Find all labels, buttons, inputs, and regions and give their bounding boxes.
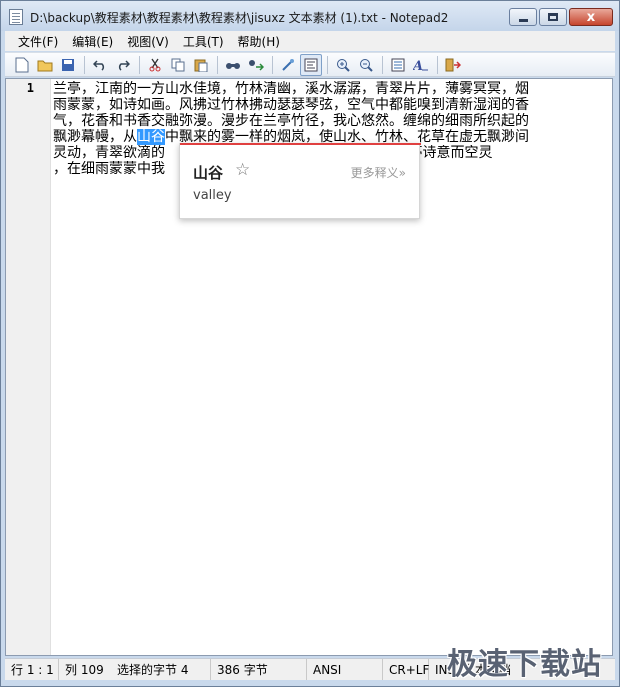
font-icon[interactable]: A [410,54,432,76]
toolbar-separator [437,55,438,74]
toolbar: A [5,52,615,77]
redo-icon[interactable] [112,54,134,76]
window-controls: x [509,8,613,26]
selected-text[interactable]: 山谷 [137,129,165,145]
toolbar-separator [139,55,140,74]
save-icon[interactable] [57,54,79,76]
notepad2-window: D:\backup\教程素材\教程素材\教程素材\jisuxz 文本素材 (1)… [0,0,620,687]
maximize-button[interactable] [539,8,567,26]
menu-tools[interactable]: 工具(T) [176,33,231,50]
menu-bar: 文件(F) 编辑(E) 视图(V) 工具(T) 帮助(H) [5,31,615,51]
popup-headword: 山谷 [193,164,224,182]
notepad-app-icon [9,9,23,25]
title-bar[interactable]: D:\backup\教程素材\教程素材\教程素材\jisuxz 文本素材 (1)… [1,1,619,31]
popup-accent-line [180,143,421,145]
new-file-icon[interactable] [11,54,33,76]
toolbar-separator [272,55,273,74]
line-number-gutter: 1 [6,79,51,655]
close-icon: x [586,9,596,25]
text-line: 气，花香和书香交融弥漫。漫步在兰亭竹径，我心悠然。缠绵的细雨所织起的 [53,113,529,129]
status-selected-bytes: 选择的字节 4 [111,659,211,680]
zoom-in-icon[interactable] [332,54,354,76]
toolbar-separator [84,55,85,74]
status-line-col: 行 1 : 1 [5,659,59,680]
find-icon[interactable] [222,54,244,76]
close-button[interactable]: x [569,8,613,26]
status-encoding[interactable]: ANSI [307,659,383,680]
undo-icon[interactable] [89,54,111,76]
dictionary-popup: 山谷 ☆ 更多释义» valley [179,143,421,219]
zoom-out-icon[interactable] [355,54,377,76]
minimize-icon [518,18,528,22]
toolbar-separator [382,55,383,74]
popup-definition: valley [193,188,232,203]
menu-file[interactable]: 文件(F) [11,33,65,50]
toolbar-separator [217,55,218,74]
minimize-button[interactable] [509,8,537,26]
menu-edit[interactable]: 编辑(E) [65,33,120,50]
status-column: 列 109 [65,663,104,677]
favorite-star-icon[interactable]: ☆ [235,160,250,180]
cut-icon[interactable] [144,54,166,76]
paste-icon[interactable] [190,54,212,76]
wrap-icon[interactable] [277,54,299,76]
exit-icon[interactable] [442,54,464,76]
copy-icon[interactable] [167,54,189,76]
scheme-icon[interactable] [387,54,409,76]
more-definitions-link[interactable]: 更多释义» [351,164,406,181]
menu-help[interactable]: 帮助(H) [231,33,287,50]
replace-icon[interactable] [245,54,267,76]
window-title: D:\backup\教程素材\教程素材\教程素材\jisuxz 文本素材 (1)… [30,11,449,25]
line-number: 1 [26,81,34,95]
watermark-logo: 极速下载站 [447,647,602,682]
word-wrap-toggle-icon[interactable] [300,53,322,76]
maximize-icon [548,13,558,21]
status-file-size: 386 字节 [211,659,307,680]
text-line: 雨蒙蒙，如诗如画。风拂过竹林拂动瑟瑟琴弦，空气中都能嗅到清新湿润的香 [53,97,529,113]
toolbar-separator [327,55,328,74]
svg-text:A: A [413,59,423,72]
text-line: 兰亭，江南的一方山水佳境，竹林清幽，溪水潺潺，青翠片片，薄雾冥冥，烟 [53,81,529,97]
menu-view[interactable]: 视图(V) [120,33,176,50]
status-eol[interactable]: CR+LF [383,659,429,680]
text-segment: 飘渺幕幔，从 [53,129,137,145]
open-folder-icon[interactable] [34,54,56,76]
